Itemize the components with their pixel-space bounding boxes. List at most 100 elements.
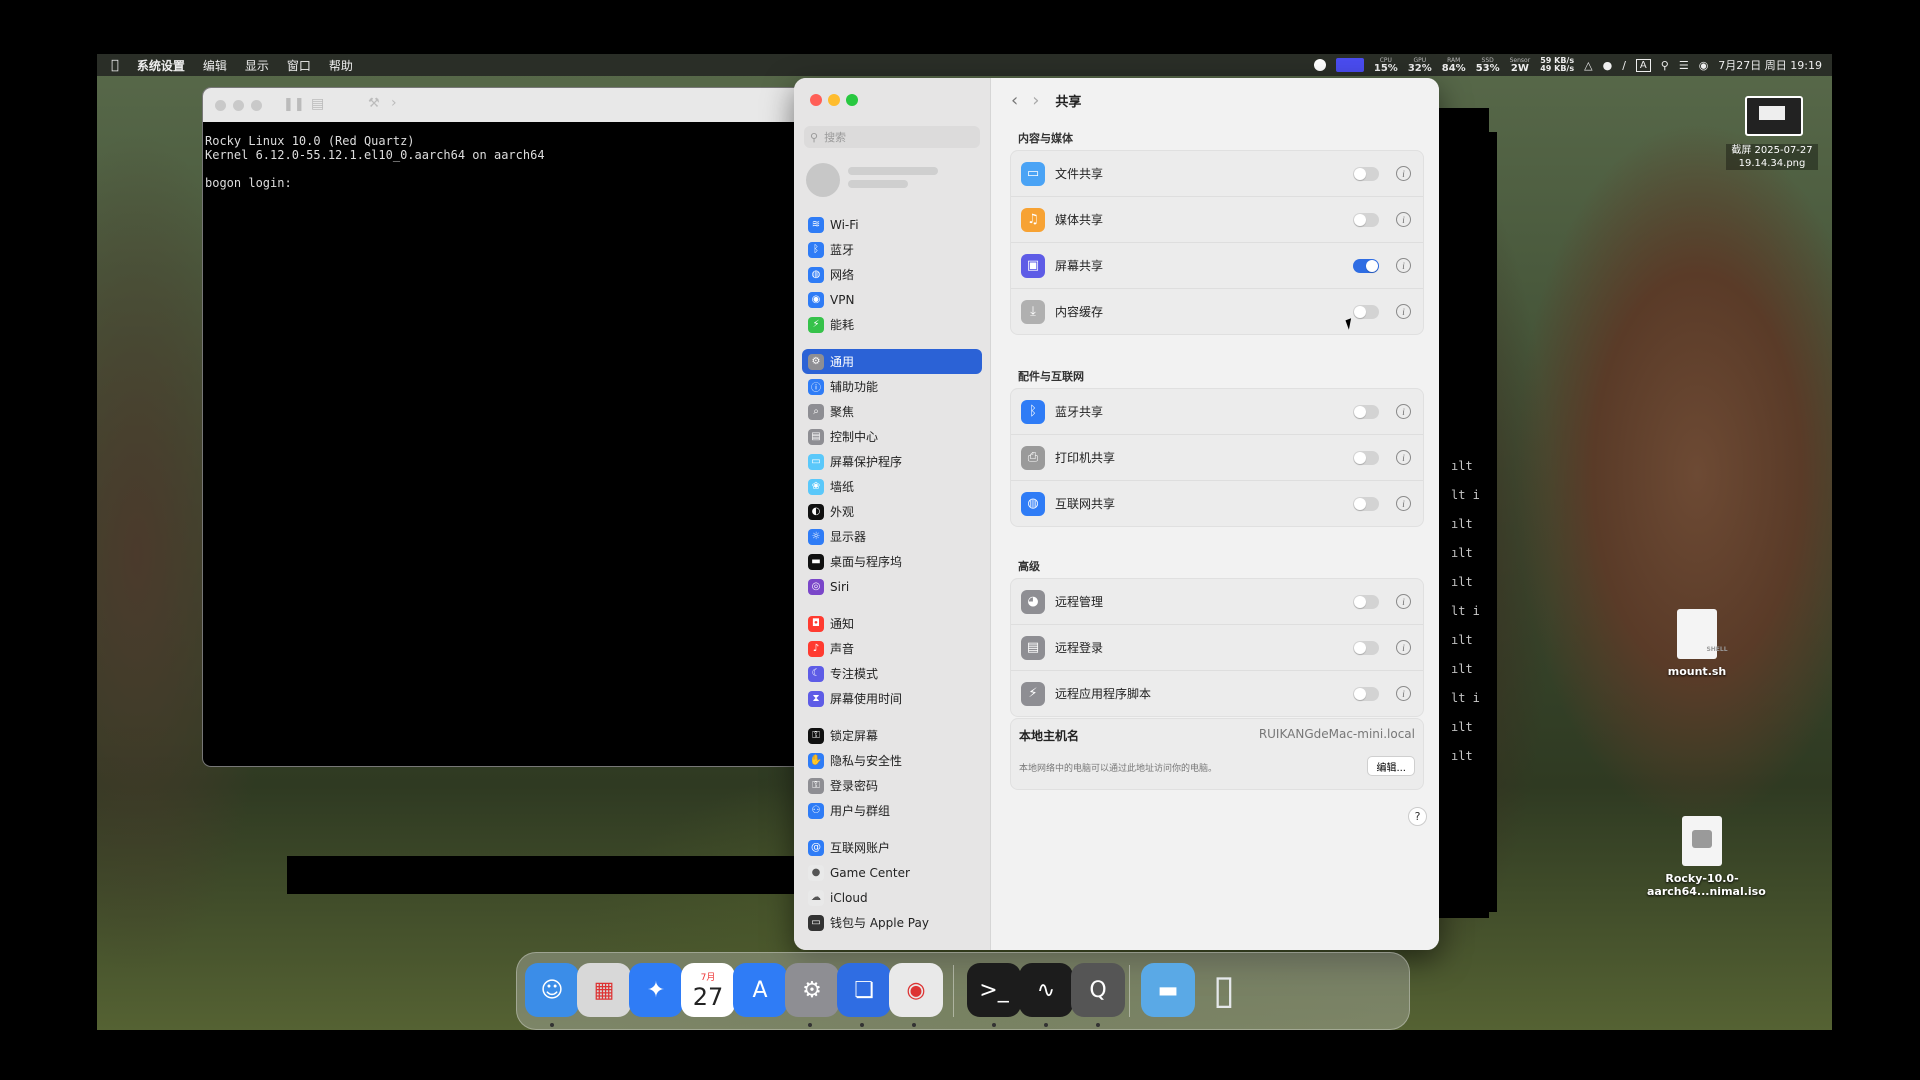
info-icon[interactable]: i (1396, 450, 1411, 465)
sidebar-item[interactable]: ▬ 桌面与程序坞 (802, 549, 982, 574)
sidebar-item[interactable]: ⚙ 通用 (802, 349, 982, 374)
sidebar-item[interactable]: ◉ VPN (802, 287, 982, 312)
cpu-stat[interactable]: CPU 15% (1374, 57, 1398, 74)
sharing-row[interactable]: ⚡ 远程应用程序脚本 i (1011, 671, 1423, 716)
info-icon[interactable]: i (1396, 212, 1411, 227)
menu-help[interactable]: 帮助 (329, 57, 353, 74)
sensor-stat[interactable]: Sensor 2W (1510, 57, 1531, 74)
sharing-row[interactable]: ♫ 媒体共享 i (1011, 197, 1423, 243)
back-button[interactable]: ‹ (1011, 90, 1018, 111)
snapshot-icon[interactable]: ▤ (311, 96, 324, 112)
info-icon[interactable]: i (1396, 594, 1411, 609)
record-icon[interactable] (1313, 59, 1326, 71)
dock-trash-icon[interactable]: ▯ (1197, 963, 1251, 1017)
minimize-button[interactable] (828, 94, 840, 106)
service-toggle[interactable] (1353, 496, 1379, 511)
terminal-titlebar[interactable]: ❚❚ ▤ ⚒ › (203, 88, 803, 122)
service-toggle[interactable] (1353, 450, 1379, 465)
dock-chrome-icon[interactable]: ◉ (889, 963, 943, 1017)
system-settings-window[interactable]: ⚲ 搜索 ≋ Wi-Fi ᛒ 蓝牙 ◍ 网络 ◉ VPN ⚡ 能耗 ⚙ 通用 ⓘ 辅助功能 ⌕ 聚焦 ▤ 控制中心… (794, 78, 1439, 950)
dock-finder-icon[interactable]: ☺ (525, 963, 579, 1017)
info-icon[interactable]: i (1396, 166, 1411, 181)
info-icon[interactable]: i (1396, 404, 1411, 419)
sidebar-item[interactable]: @ 互联网账户 (802, 835, 982, 860)
info-icon[interactable]: i (1396, 496, 1411, 511)
desktop-file-mount-sh[interactable]: SHELL mount.sh (1652, 609, 1742, 678)
close-button[interactable] (215, 100, 226, 111)
zoom-button[interactable] (251, 100, 262, 111)
terminal-output[interactable]: Rocky Linux 10.0 (Red Quartz) Kernel 6.1… (203, 122, 803, 190)
sharing-row[interactable]: ⤓ 内容缓存 i (1011, 289, 1423, 334)
sidebar-item[interactable]: ☾ 专注模式 (802, 661, 982, 686)
clock[interactable]: 7月27日 周日 19:19 (1718, 57, 1822, 73)
sharing-row[interactable]: ᛒ 蓝牙共享 i (1011, 389, 1423, 435)
sidebar-item[interactable]: ⧗ 屏幕使用时间 (802, 686, 982, 711)
sharing-row[interactable]: ◕ 远程管理 i (1011, 579, 1423, 625)
sidebar-item[interactable]: ◐ 外观 (802, 499, 982, 524)
apple-account[interactable] (806, 163, 938, 197)
sidebar-item[interactable]: ▤ 控制中心 (802, 424, 982, 449)
background-terminal-window-2[interactable]: ılt lt i ılt ılt ılt lt i ılt ılt lt i ılt ılt (1447, 132, 1497, 912)
input-method[interactable]: A (1635, 58, 1651, 72)
control-center-icon[interactable]: ☰ (1679, 59, 1689, 72)
help-button[interactable]: ? (1408, 807, 1427, 826)
sidebar-item[interactable]: ⚇ 用户与群组 (802, 798, 982, 823)
service-toggle[interactable] (1353, 686, 1379, 701)
chevron-right-icon[interactable]: › (391, 95, 397, 111)
sidebar-item[interactable]: ☁ iCloud (802, 885, 982, 910)
sidebar-item[interactable]: ⚿ 登录密码 (802, 773, 982, 798)
dock-launchpad-icon[interactable]: ▦ (577, 963, 631, 1017)
service-toggle[interactable] (1353, 212, 1379, 227)
service-toggle[interactable] (1353, 258, 1379, 273)
dock-folder-icon[interactable]: ▬ (1141, 963, 1195, 1017)
close-button[interactable] (810, 94, 822, 106)
sidebar-item[interactable]: ● Game Center (802, 860, 982, 885)
menu-window[interactable]: 窗口 (287, 57, 311, 74)
service-toggle[interactable] (1353, 166, 1379, 181)
info-icon[interactable]: i (1396, 258, 1411, 273)
sharing-row[interactable]: ▭ 文件共享 i (1011, 151, 1423, 197)
zoom-button[interactable] (846, 94, 858, 106)
user-icon[interactable]: ● (1603, 59, 1613, 72)
sidebar-item[interactable]: ✋ 隐私与安全性 (802, 748, 982, 773)
apple-menu-icon[interactable]:  (111, 58, 119, 73)
sharing-row[interactable]: ▣ 屏幕共享 i (1011, 243, 1423, 289)
sidebar-item[interactable]: ≋ Wi-Fi (802, 212, 982, 237)
sidebar-item[interactable]: ♪ 声音 (802, 636, 982, 661)
info-icon[interactable]: i (1396, 304, 1411, 319)
sidebar-item[interactable]: ⚿ 锁定屏幕 (802, 723, 982, 748)
screenshot-file-label[interactable]: 截屏 2025-07-27 19.14.34.png (1726, 144, 1818, 170)
sidebar-item[interactable]: ▭ 钱包与 Apple Pay (802, 910, 982, 935)
dock-terminal-icon[interactable]: >_ (967, 963, 1021, 1017)
search-input[interactable]: ⚲ 搜索 (804, 126, 980, 148)
siri-icon[interactable]: ◉ (1699, 59, 1709, 72)
sidebar-item[interactable]: ◘ 通知 (802, 611, 982, 636)
minimize-button[interactable] (233, 100, 244, 111)
sidebar-item[interactable]: ◎ Siri (802, 574, 982, 599)
service-toggle[interactable] (1353, 404, 1379, 419)
sidebar-item[interactable]: ◍ 网络 (802, 262, 982, 287)
dock-system-settings-icon[interactable]: ⚙ (785, 963, 839, 1017)
info-icon[interactable]: i (1396, 640, 1411, 655)
service-toggle[interactable] (1353, 594, 1379, 609)
service-toggle[interactable] (1353, 304, 1379, 319)
sharing-row[interactable]: ◍ 互联网共享 i (1011, 481, 1423, 526)
spotlight-icon[interactable]: ⚲ (1661, 59, 1669, 72)
ram-stat[interactable]: RAM 84% (1442, 57, 1466, 74)
edit-hostname-button[interactable]: 编辑... (1367, 756, 1415, 776)
pause-icon[interactable]: ❚❚ (283, 97, 305, 112)
dock-quicktime-icon[interactable]: Q (1071, 963, 1125, 1017)
desktop-file-rocky-iso[interactable]: Rocky-10.0-aarch64...nimal.iso (1647, 816, 1766, 898)
wrench-icon[interactable]: ⚒ (368, 96, 380, 111)
gpu-stat[interactable]: GPU 32% (1408, 57, 1432, 74)
sharing-row[interactable]: ▤ 远程登录 i (1011, 625, 1423, 671)
sidebar-item[interactable]: ❀ 墙纸 (802, 474, 982, 499)
sidebar-item[interactable]: ⚡ 能耗 (802, 312, 982, 337)
menu-view[interactable]: 显示 (245, 57, 269, 74)
info-icon[interactable]: i (1396, 686, 1411, 701)
dock-safari-icon[interactable]: ✦ (629, 963, 683, 1017)
sidebar-item[interactable]: ▭ 屏幕保护程序 (802, 449, 982, 474)
dock-calendar-icon[interactable]: 7月 27 (681, 963, 735, 1017)
screenshot-file-icon[interactable] (1745, 96, 1803, 136)
menu-app-name[interactable]: 系统设置 (137, 57, 185, 74)
